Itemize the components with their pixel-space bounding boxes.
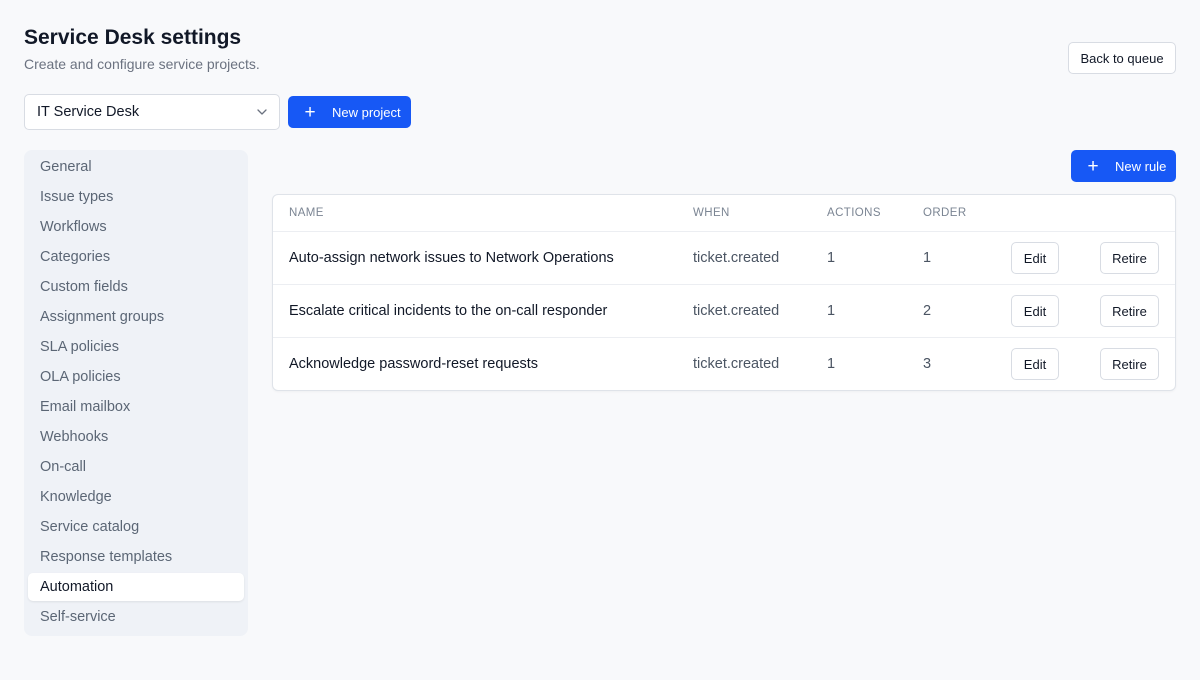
sidebar-item-label: Workflows <box>40 219 107 235</box>
rule-order: 1 <box>923 250 932 266</box>
table-row: Acknowledge password-reset requests tick… <box>273 338 1175 391</box>
back-to-queue-button[interactable]: Back to queue <box>1068 42 1176 74</box>
sidebar-item-email-mailbox[interactable]: Email mailbox <box>28 393 244 421</box>
column-header-when: WHEN <box>693 207 730 219</box>
sidebar-item-label: Response templates <box>40 549 173 565</box>
rule-name: Acknowledge password-reset requests <box>289 356 539 372</box>
edit-rule-button[interactable]: Edit <box>1011 295 1059 327</box>
rule-actions-count: 1 <box>827 250 836 266</box>
sidebar-item-label: Categories <box>40 249 111 265</box>
project-select-value: IT Service Desk <box>37 104 140 120</box>
sidebar-item-label: General <box>40 159 92 175</box>
new-project-label: New project <box>332 104 401 120</box>
edit-rule-button[interactable]: Edit <box>1011 348 1059 380</box>
sidebar-item-issue-types[interactable]: Issue types <box>28 183 244 211</box>
automation-rules-table: NAME WHEN ACTIONS ORDER Auto-assign netw… <box>272 194 1176 391</box>
sidebar-item-webhooks[interactable]: Webhooks <box>28 423 244 451</box>
sidebar-item-label: Self-service <box>40 609 116 625</box>
column-header-order: ORDER <box>923 207 967 219</box>
sidebar-item-ola-policies[interactable]: OLA policies <box>28 363 244 391</box>
edit-rule-button[interactable]: Edit <box>1011 242 1059 274</box>
new-rule-button[interactable]: + New rule <box>1071 150 1176 182</box>
retire-rule-button[interactable]: Retire <box>1100 242 1159 274</box>
column-header-name: NAME <box>289 207 324 219</box>
column-header-actions: ACTIONS <box>827 207 881 219</box>
sidebar-item-categories[interactable]: Categories <box>28 243 244 271</box>
rule-order: 2 <box>923 303 932 319</box>
sidebar-item-automation[interactable]: Automation <box>28 573 244 601</box>
retire-rule-button[interactable]: Retire <box>1100 295 1159 327</box>
rule-when: ticket.created <box>693 356 780 372</box>
sidebar-item-self-service[interactable]: Self-service <box>28 603 244 631</box>
settings-page: Service Desk settings Create and configu… <box>0 0 1200 680</box>
page-title: Service Desk settings <box>24 26 242 49</box>
chevron-down-icon <box>257 107 267 117</box>
sidebar-item-on-call[interactable]: On-call <box>28 453 244 481</box>
sidebar-item-assignment-groups[interactable]: Assignment groups <box>28 303 244 331</box>
sidebar-item-label: SLA policies <box>40 339 119 355</box>
rule-actions-count: 1 <box>827 303 836 319</box>
table-header: NAME WHEN ACTIONS ORDER <box>273 195 1175 232</box>
sidebar-item-response-templates[interactable]: Response templates <box>28 543 244 571</box>
rule-order: 3 <box>923 356 932 372</box>
rule-when: ticket.created <box>693 303 780 319</box>
settings-sidebar: General Issue types Workflows Categories… <box>24 150 248 636</box>
sidebar-item-general[interactable]: General <box>28 153 244 181</box>
sidebar-item-workflows[interactable]: Workflows <box>28 213 244 241</box>
new-project-button[interactable]: + New project <box>288 96 411 128</box>
plus-icon: + <box>304 101 316 123</box>
sidebar-item-label: Automation <box>40 579 114 595</box>
sidebar-item-label: Webhooks <box>40 429 109 445</box>
table-row: Auto-assign network issues to Network Op… <box>273 232 1175 285</box>
new-rule-label: New rule <box>1115 158 1167 174</box>
sidebar-item-label: On-call <box>40 459 86 475</box>
sidebar-item-label: OLA policies <box>40 369 121 385</box>
sidebar-item-label: Assignment groups <box>40 309 165 325</box>
project-select[interactable]: IT Service Desk <box>24 94 280 130</box>
sidebar-item-label: Custom fields <box>40 279 128 295</box>
rule-actions-count: 1 <box>827 356 836 372</box>
rule-when: ticket.created <box>693 250 780 266</box>
sidebar-item-label: Issue types <box>40 189 114 205</box>
page-subtitle: Create and configure service projects. <box>24 56 260 72</box>
sidebar-item-service-catalog[interactable]: Service catalog <box>28 513 244 541</box>
sidebar-item-sla-policies[interactable]: SLA policies <box>28 333 244 361</box>
retire-rule-button[interactable]: Retire <box>1100 348 1159 380</box>
sidebar-item-label: Knowledge <box>40 489 112 505</box>
table-row: Escalate critical incidents to the on-ca… <box>273 285 1175 338</box>
sidebar-item-label: Service catalog <box>40 519 140 535</box>
sidebar-item-knowledge[interactable]: Knowledge <box>28 483 244 511</box>
rule-name: Escalate critical incidents to the on-ca… <box>289 303 608 319</box>
sidebar-item-label: Email mailbox <box>40 399 131 415</box>
rule-name: Auto-assign network issues to Network Op… <box>289 250 614 266</box>
sidebar-item-custom-fields[interactable]: Custom fields <box>28 273 244 301</box>
plus-icon: + <box>1087 155 1099 177</box>
